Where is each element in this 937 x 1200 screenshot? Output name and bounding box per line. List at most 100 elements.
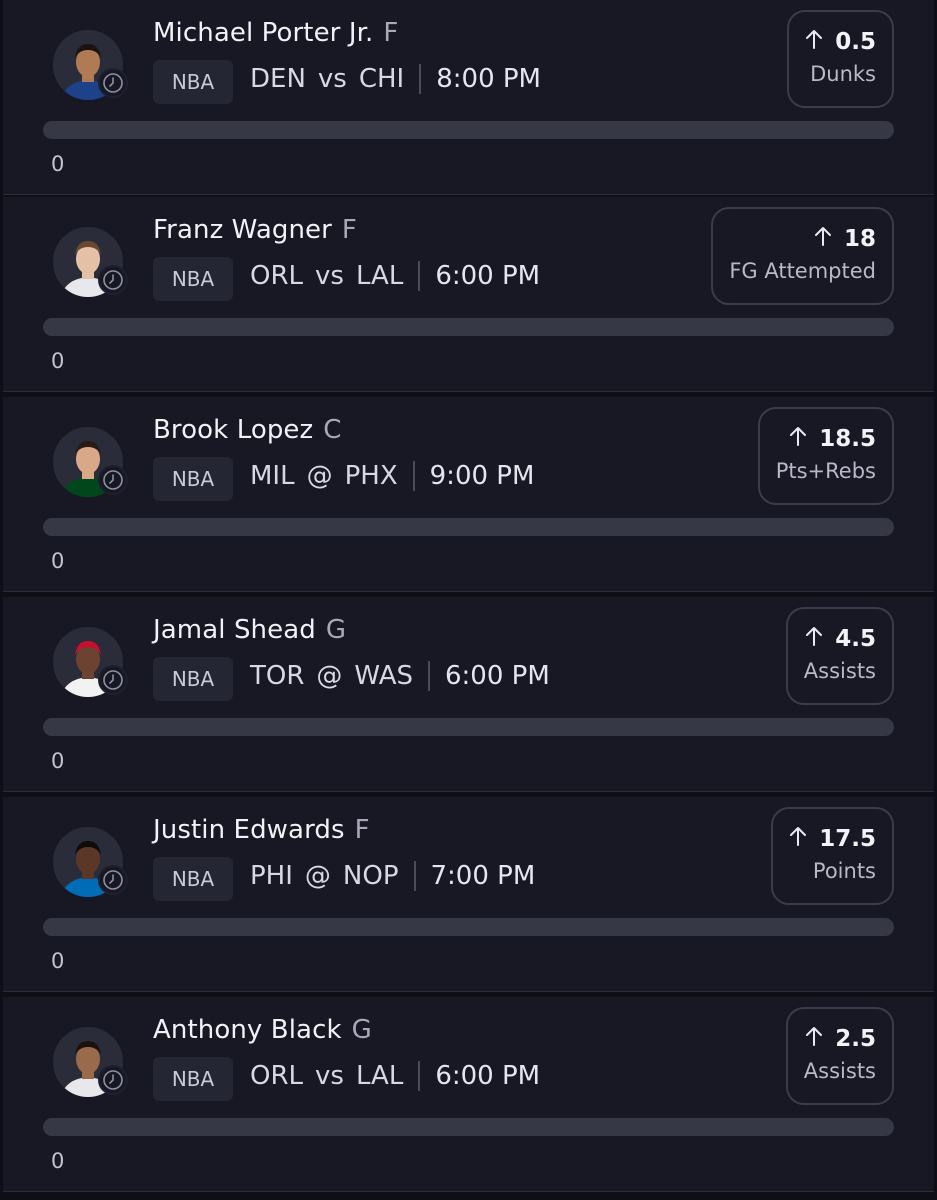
progress-bar: [43, 318, 894, 336]
progress-value: 0: [51, 349, 65, 373]
team-abbr: ORL: [250, 261, 304, 291]
arrow-up-icon: [805, 1025, 823, 1053]
league-badge: NBA: [153, 857, 233, 901]
game-time: 9:00 PM: [429, 461, 535, 491]
player-name: Justin Edwards: [153, 815, 345, 845]
league-badge: NBA: [153, 457, 233, 501]
matchup: MIL @ PHX 9:00 PM: [250, 461, 534, 491]
opponent-abbr: PHX: [344, 461, 398, 491]
arrow-up-icon: [805, 28, 823, 56]
divider: [418, 1061, 421, 1091]
progress-value: 0: [51, 152, 65, 176]
game-time: 7:00 PM: [430, 861, 536, 891]
opponent-abbr: NOP: [342, 861, 399, 891]
prop-line-button[interactable]: 0.5 Dunks: [787, 10, 894, 108]
clock-icon: [98, 1065, 128, 1095]
prop-line: 18: [729, 225, 876, 253]
player-position: G: [325, 615, 347, 645]
clock-icon: [98, 265, 128, 295]
player-name: Michael Porter Jr.: [153, 18, 374, 48]
prop-line-button[interactable]: 17.5 Points: [771, 807, 894, 905]
player-name-row: Justin Edwards F: [153, 815, 370, 845]
progress-bar: [43, 718, 894, 736]
matchup-separator: @: [306, 461, 333, 491]
team-abbr: TOR: [250, 661, 305, 691]
prop-line-value: 18.5: [819, 426, 876, 452]
matchup-separator: vs: [317, 64, 347, 94]
opponent-abbr: WAS: [354, 661, 413, 691]
divider: [428, 661, 430, 691]
divider: [413, 861, 416, 891]
prop-line: 18.5: [776, 425, 876, 453]
player-name-row: Brook Lopez C: [153, 415, 342, 445]
prop-stat-type: Points: [812, 859, 876, 883]
game-time: 6:00 PM: [445, 661, 550, 691]
divider: [418, 261, 421, 291]
prop-line-button[interactable]: 2.5 Assists: [785, 1007, 894, 1105]
prop-line-value: 17.5: [819, 826, 876, 852]
matchup-separator: vs: [315, 1061, 344, 1091]
player-position: F: [383, 18, 399, 48]
pick-card[interactable]: Franz Wagner F NBA ORL vs LAL 6:00 PM 18 …: [3, 197, 934, 392]
player-name-row: Franz Wagner F: [153, 215, 357, 245]
player-name: Brook Lopez: [153, 415, 314, 445]
league-badge: NBA: [153, 1057, 233, 1101]
player-name: Franz Wagner: [153, 215, 332, 245]
game-time: 8:00 PM: [436, 64, 541, 94]
divider: [412, 461, 415, 491]
player-name: Jamal Shead: [153, 615, 316, 645]
matchup: ORL vs LAL 6:00 PM: [250, 1061, 540, 1091]
prop-line-value: 18: [843, 226, 876, 252]
arrow-up-icon: [789, 425, 807, 453]
matchup: TOR @ WAS 6:00 PM: [250, 661, 550, 691]
opponent-abbr: LAL: [355, 1061, 404, 1091]
opponent-abbr: LAL: [355, 261, 404, 291]
game-time: 6:00 PM: [435, 261, 541, 291]
clock-icon: [98, 665, 128, 695]
clock-icon: [98, 465, 128, 495]
pick-card[interactable]: Justin Edwards F NBA PHI @ NOP 7:00 PM 17…: [3, 797, 934, 992]
player-name-row: Michael Porter Jr. F: [153, 18, 398, 48]
pick-card[interactable]: Anthony Black G NBA ORL vs LAL 6:00 PM 2.…: [3, 997, 934, 1192]
matchup: DEN vs CHI 8:00 PM: [250, 64, 541, 94]
prop-stat-type: FG Attempted: [729, 259, 876, 283]
divider: [419, 64, 422, 94]
arrow-up-icon: [789, 825, 807, 853]
matchup-separator: @: [304, 861, 331, 891]
team-abbr: MIL: [250, 461, 295, 491]
league-badge: NBA: [153, 60, 233, 104]
progress-value: 0: [51, 1149, 65, 1173]
game-time: 6:00 PM: [435, 1061, 541, 1091]
opponent-abbr: CHI: [358, 64, 405, 94]
progress-bar: [43, 121, 894, 139]
pick-card[interactable]: Jamal Shead G NBA TOR @ WAS 6:00 PM 4.5 A…: [3, 597, 934, 792]
matchup-separator: vs: [315, 261, 344, 291]
player-position: F: [354, 815, 370, 845]
clock-icon: [98, 865, 128, 895]
prop-line: 4.5: [804, 625, 876, 653]
player-position: C: [323, 415, 342, 445]
pick-card[interactable]: Michael Porter Jr. F NBA DEN vs CHI 8:00 …: [3, 0, 934, 195]
prop-line-value: 0.5: [835, 29, 876, 55]
matchup: PHI @ NOP 7:00 PM: [250, 861, 535, 891]
prop-stat-type: Dunks: [810, 62, 876, 86]
player-name-row: Anthony Black G: [153, 1015, 372, 1045]
progress-bar: [43, 918, 894, 936]
prop-line: 17.5: [789, 825, 876, 853]
clock-icon: [98, 68, 128, 98]
pick-card[interactable]: Brook Lopez C NBA MIL @ PHX 9:00 PM 18.5 …: [3, 397, 934, 592]
prop-stat-type: Pts+Rebs: [775, 459, 876, 483]
prop-line-button[interactable]: 4.5 Assists: [785, 607, 894, 705]
prop-line-button[interactable]: 18.5 Pts+Rebs: [757, 407, 894, 505]
prop-stat-type: Assists: [803, 659, 876, 683]
picks-list: Michael Porter Jr. F NBA DEN vs CHI 8:00 …: [0, 0, 937, 1200]
player-name: Anthony Black: [153, 1015, 342, 1045]
prop-line: 0.5: [805, 28, 876, 56]
league-badge: NBA: [153, 657, 233, 701]
prop-line-button[interactable]: 18 FG Attempted: [711, 207, 894, 305]
team-abbr: DEN: [250, 64, 306, 94]
arrow-up-icon: [805, 625, 823, 653]
prop-line-value: 2.5: [835, 1026, 876, 1052]
progress-bar: [43, 518, 894, 536]
progress-bar: [43, 1118, 894, 1136]
